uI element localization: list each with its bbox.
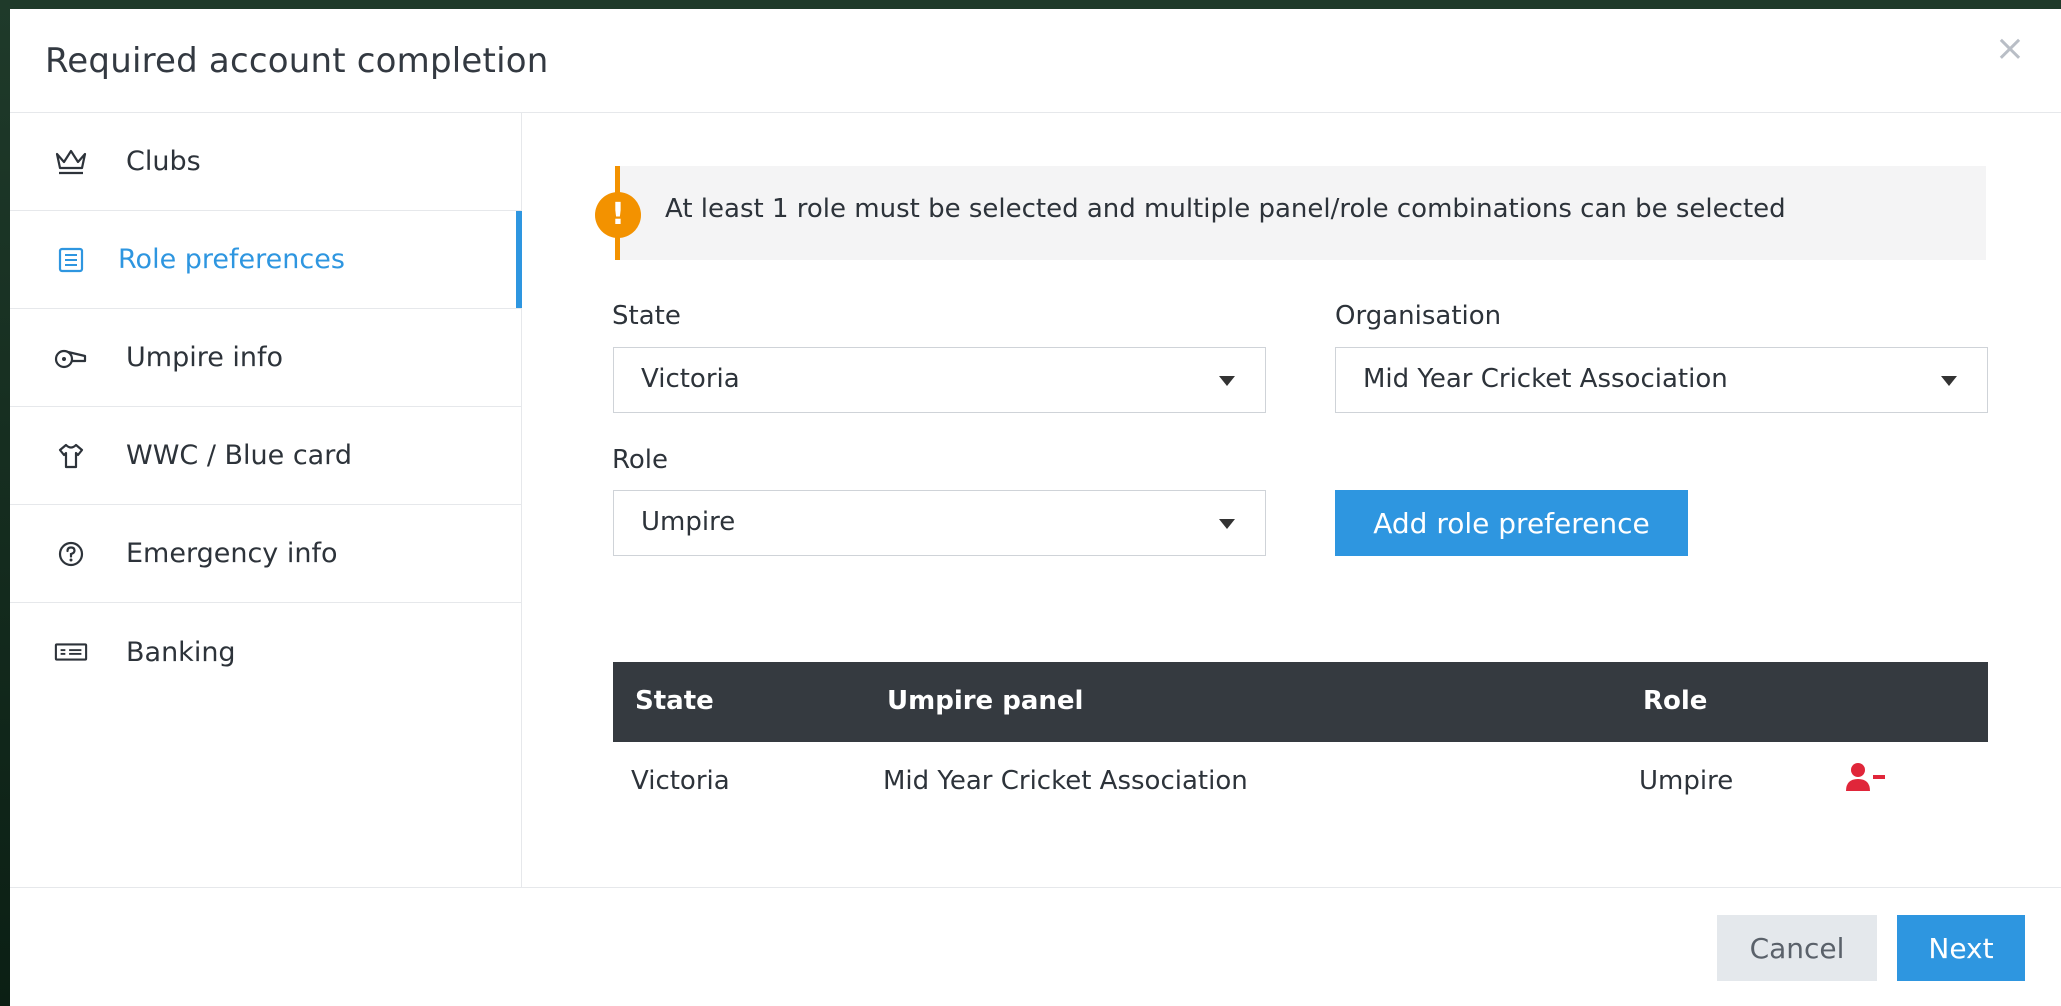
- organisation-select[interactable]: Mid Year Cricket Association: [1335, 347, 1988, 413]
- warning-icon: !: [595, 192, 641, 238]
- info-alert: ! At least 1 role must be selected and m…: [595, 166, 1986, 260]
- list-icon: [54, 243, 88, 277]
- table-header: State Umpire panel Role: [613, 662, 1988, 742]
- caret-down-icon: [1219, 519, 1235, 529]
- sidebar-item-label: Umpire info: [126, 342, 284, 373]
- close-icon[interactable]: ×: [1995, 31, 2025, 67]
- sidebar-item-banking[interactable]: Banking: [10, 603, 521, 701]
- modal-footer: Cancel Next: [10, 887, 2061, 1006]
- role-preferences-table: State Umpire panel Role Victoria Mid Yea…: [613, 662, 1988, 814]
- column-header-umpire-panel: Umpire panel: [887, 686, 1084, 716]
- whistle-icon: [54, 341, 88, 375]
- sidebar-nav: Clubs Role preferences Umpire info WWC /…: [10, 113, 522, 887]
- caret-down-icon: [1219, 376, 1235, 386]
- sidebar-item-emergency-info[interactable]: Emergency info: [10, 505, 521, 603]
- sidebar-item-umpire-info[interactable]: Umpire info: [10, 309, 521, 407]
- banknote-icon: [54, 635, 88, 669]
- sidebar-item-label: Clubs: [126, 146, 201, 177]
- next-button[interactable]: Next: [1897, 915, 2025, 981]
- role-label: Role: [612, 445, 669, 475]
- organisation-select-value: Mid Year Cricket Association: [1363, 364, 1728, 394]
- alert-text: At least 1 role must be selected and mul…: [665, 194, 1786, 224]
- sidebar-item-clubs[interactable]: Clubs: [10, 113, 521, 211]
- organisation-label: Organisation: [1335, 301, 1502, 331]
- modal-header: Required account completion ×: [10, 9, 2061, 113]
- table-row: Victoria Mid Year Cricket Association Um…: [613, 742, 1988, 814]
- shirt-icon: [54, 439, 88, 473]
- column-header-role: Role: [1643, 686, 1708, 716]
- sidebar-item-label: Emergency info: [126, 538, 338, 569]
- sidebar-item-label: WWC / Blue card: [126, 440, 352, 471]
- sidebar-item-label: Role preferences: [118, 244, 345, 275]
- cell-state: Victoria: [631, 766, 730, 796]
- role-preferences-panel: ! At least 1 role must be selected and m…: [522, 113, 2061, 887]
- sidebar-item-role-preferences[interactable]: Role preferences: [10, 211, 522, 309]
- crown-icon: [54, 145, 88, 179]
- state-label: State: [612, 301, 681, 331]
- column-header-state: State: [635, 686, 714, 716]
- remove-user-icon[interactable]: [1845, 762, 1889, 799]
- cancel-button[interactable]: Cancel: [1717, 915, 1877, 981]
- role-select[interactable]: Umpire: [613, 490, 1266, 556]
- cell-umpire-panel: Mid Year Cricket Association: [883, 766, 1248, 796]
- state-select-value: Victoria: [641, 364, 740, 394]
- question-circle-icon: [54, 537, 88, 571]
- account-completion-modal: Required account completion × Clubs Role…: [10, 9, 2061, 1006]
- add-role-preference-button[interactable]: Add role preference: [1335, 490, 1688, 556]
- state-select[interactable]: Victoria: [613, 347, 1266, 413]
- role-select-value: Umpire: [641, 507, 736, 537]
- caret-down-icon: [1941, 376, 1957, 386]
- sidebar-item-label: Banking: [126, 636, 236, 668]
- modal-title: Required account completion: [45, 41, 549, 81]
- cell-role: Umpire: [1639, 766, 1734, 796]
- sidebar-item-wwc-blue-card[interactable]: WWC / Blue card: [10, 407, 521, 505]
